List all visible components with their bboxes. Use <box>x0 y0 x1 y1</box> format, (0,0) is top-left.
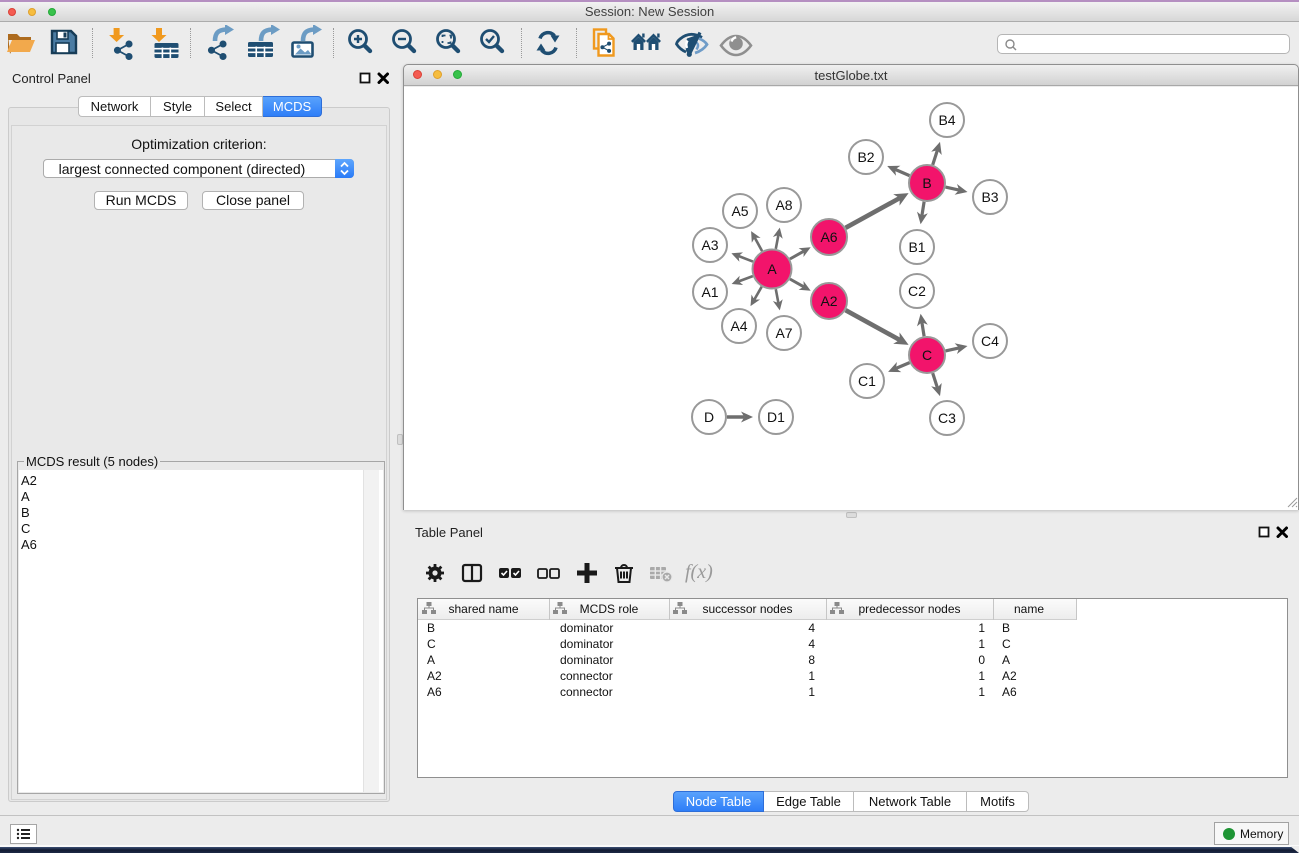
svg-text:A1: A1 <box>701 284 718 300</box>
svg-text:A: A <box>767 261 777 277</box>
svg-text:A7: A7 <box>775 325 792 341</box>
svg-text:A3: A3 <box>701 237 718 253</box>
svg-text:B2: B2 <box>857 149 874 165</box>
svg-text:A8: A8 <box>775 197 792 213</box>
svg-text:A5: A5 <box>731 203 748 219</box>
svg-text:C3: C3 <box>938 410 956 426</box>
svg-text:A4: A4 <box>730 318 747 334</box>
svg-text:C4: C4 <box>981 333 999 349</box>
svg-text:C2: C2 <box>908 283 926 299</box>
svg-text:B: B <box>922 175 931 191</box>
svg-text:C1: C1 <box>858 373 876 389</box>
svg-text:B4: B4 <box>938 112 955 128</box>
svg-text:A6: A6 <box>820 229 837 245</box>
svg-text:C: C <box>922 347 932 363</box>
svg-text:D: D <box>704 409 714 425</box>
svg-text:B1: B1 <box>908 239 925 255</box>
svg-text:D1: D1 <box>767 409 785 425</box>
svg-text:A2: A2 <box>820 293 837 309</box>
svg-text:B3: B3 <box>981 189 998 205</box>
